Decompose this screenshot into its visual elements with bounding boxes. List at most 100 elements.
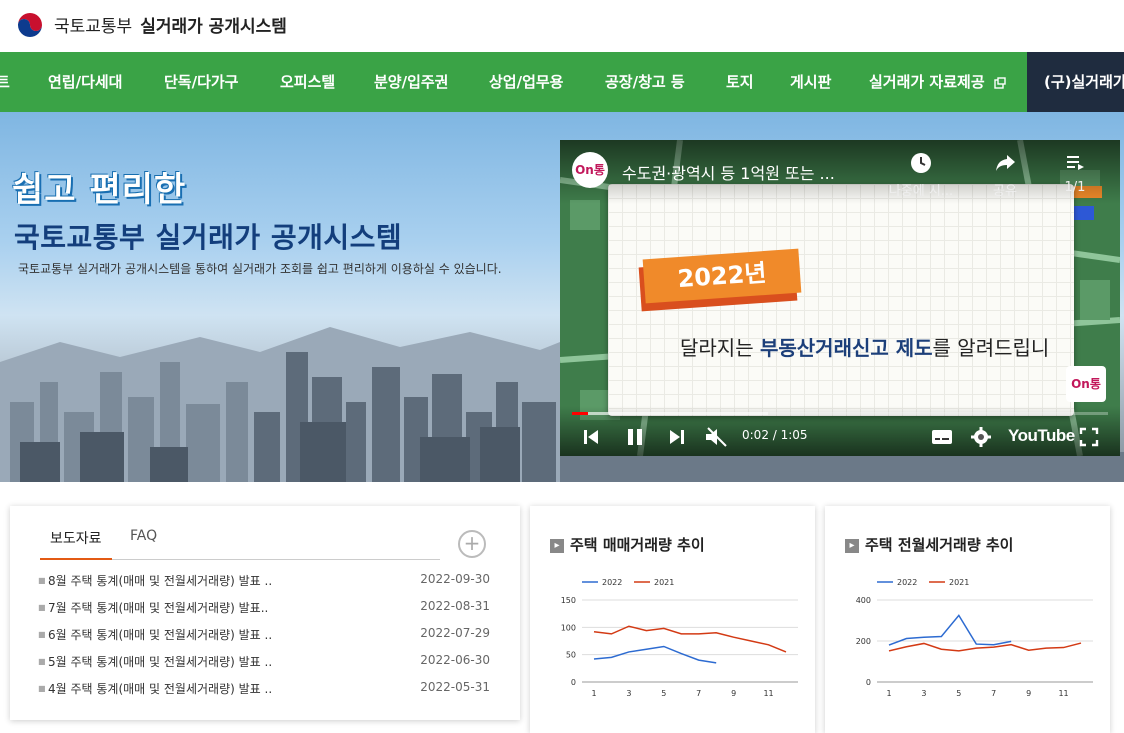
x-tick-label: 1 (886, 689, 891, 698)
nav-item-detached-house[interactable]: 단독/다가구 (164, 52, 238, 112)
video-controls: 0:02 / 1:05 YouTube (560, 406, 1120, 456)
next-icon[interactable] (668, 426, 686, 448)
news-title: 6월 주택 통계(매매 및 전월세거래량) 발표 .. (48, 628, 273, 642)
chart-title-rent-text: 주택 전월세거래량 추이 (865, 536, 1014, 554)
old-system-link[interactable]: (구)실거래가 (1027, 52, 1124, 112)
x-tick-label: 5 (661, 689, 666, 698)
youtube-logo[interactable]: YouTube (1008, 426, 1075, 446)
hero-description: 국토교통부 실거래가 공개시스템을 통하여 실거래가 조회를 쉽고 편리하게 이… (18, 262, 502, 276)
watch-later-button[interactable]: 나중에 시... (886, 152, 956, 199)
bullet-icon: ■ (38, 576, 46, 585)
chevron-right-icon: ▸ (845, 538, 859, 553)
chart-title-rent: ▸ 주택 전월세거래량 추이 (845, 534, 1013, 555)
playlist-icon (1067, 156, 1084, 170)
nav-item-data-download[interactable]: 실거래가 자료제공 (869, 52, 1006, 112)
news-date: 2022-08-31 (420, 599, 490, 613)
progress-bar[interactable] (572, 412, 1108, 415)
nav-item-board[interactable]: 게시판 (790, 52, 831, 112)
video-top-bar: On통 수도권·광역시 등 1억원 또는 ... 나중에 시... 공유 1/1 (560, 140, 1120, 204)
settings-gear-icon[interactable] (970, 426, 992, 448)
rent-volume-chart-panel: ▸ 주택 전월세거래량 추이 2022 2021 0 200 400 1 3 5 7 9 11 (825, 506, 1110, 733)
tab-faq[interactable]: FAQ (130, 528, 157, 554)
news-tabs: 보도자료 FAQ (40, 524, 440, 560)
y-tick-label: 200 (856, 637, 871, 646)
rent-volume-chart: 2022 2021 0 200 400 1 3 5 7 9 11 (856, 578, 1093, 698)
external-link-icon (994, 76, 1006, 89)
share-icon (996, 155, 1015, 171)
news-title: 4월 주택 통계(매매 및 전월세거래량) 발표 .. (48, 682, 273, 696)
x-tick-label: 9 (731, 689, 736, 698)
sales-volume-chart-panel: ▸ 주택 매매거래량 추이 2022 2021 0 50 100 150 1 3 5 7 9 11 (530, 506, 815, 733)
x-tick-label: 7 (991, 689, 996, 698)
nav-item-factory[interactable]: 공장/창고 등 (605, 52, 685, 112)
subtitles-icon[interactable] (930, 426, 954, 448)
hero-heading-easy: 쉽고 편리한 (12, 170, 187, 210)
chevron-right-icon: ▸ (550, 538, 564, 553)
channel-avatar[interactable]: On통 (572, 152, 608, 188)
y-tick-label: 0 (571, 678, 576, 687)
nav-item-presale[interactable]: 분양/입주권 (374, 52, 448, 112)
news-list-item[interactable]: ■ 4월 주택 통계(매매 및 전월세거래량) 발표 .. 2022-05-31 (38, 680, 498, 707)
news-title: 8월 주택 통계(매매 및 전월세거래량) 발표 .. (48, 574, 273, 588)
played-bar (572, 412, 589, 415)
muted-volume-icon[interactable] (704, 426, 730, 448)
y-tick-label: 50 (566, 651, 576, 660)
share-label: 공유 (993, 184, 1017, 199)
top-header: 국토교통부 실거래가 공개시스템 (0, 0, 1124, 52)
bullet-icon: ■ (38, 603, 46, 612)
bullet-icon: ■ (38, 630, 46, 639)
watch-later-label: 나중에 시... (888, 184, 954, 199)
news-list-item[interactable]: ■ 5월 주택 통계(매매 및 전월세거래량) 발표 .. 2022-06-30 (38, 653, 498, 680)
news-list-item[interactable]: ■ 6월 주택 통계(매매 및 전월세거래량) 발표 .. 2022-07-29 (38, 626, 498, 653)
legend-label-2021: 2021 (654, 578, 674, 587)
y-tick-label: 100 (561, 623, 576, 632)
nav-item-commercial[interactable]: 상업/업무용 (489, 52, 563, 112)
nav-item-officetel[interactable]: 오피스텔 (280, 52, 335, 112)
news-date: 2022-06-30 (420, 653, 490, 667)
news-list: ■ 8월 주택 통계(매매 및 전월세거래량) 발표 .. 2022-09-30 ■ 7… (38, 572, 498, 707)
x-tick-label: 11 (763, 689, 773, 698)
x-tick-label: 11 (1058, 689, 1068, 698)
nav-item-land[interactable]: 토지 (726, 52, 754, 112)
site-title[interactable]: 국토교통부 실거래가 공개시스템 (54, 12, 287, 37)
news-date: 2022-09-30 (420, 572, 490, 586)
news-list-item[interactable]: ■ 7월 주택 통계(매매 및 전월세거래량) 발표.. 2022-08-31 (38, 599, 498, 626)
bullet-icon: ■ (38, 657, 46, 666)
hero-banner: 쉽고 편리한 국토교통부 실거래가 공개시스템 국토교통부 실거래가 공개시스템… (0, 112, 1124, 482)
legend-label-2021: 2021 (949, 578, 969, 587)
nav-item-villa[interactable]: 연립/다세대 (48, 52, 122, 112)
series-line-2021 (593, 625, 787, 653)
taegeuk-emblem-icon[interactable] (14, 9, 46, 41)
playlist-count: 1/1 (1064, 180, 1086, 195)
video-title[interactable]: 수도권·광역시 등 1억원 또는 ... (622, 160, 835, 184)
pause-icon[interactable] (624, 426, 646, 448)
chart-title-sales: ▸ 주택 매매거래량 추이 (550, 534, 705, 555)
headline-post: 를 알려드립니 (932, 336, 1050, 360)
news-title: 5월 주택 통계(매매 및 전월세거래량) 발표 .. (48, 655, 273, 669)
playlist-button[interactable]: 1/1 (1040, 152, 1110, 195)
sales-volume-chart: 2022 2021 0 50 100 150 1 3 5 7 9 11 (561, 578, 798, 698)
chart-title-sales-text: 주택 매매거래량 추이 (570, 536, 705, 554)
ministry-name: 국토교통부 (54, 17, 133, 37)
y-tick-label: 150 (561, 596, 576, 605)
x-tick-label: 5 (956, 689, 961, 698)
previous-icon[interactable] (582, 426, 600, 448)
clock-icon (911, 153, 931, 173)
x-tick-label: 1 (591, 689, 596, 698)
more-button[interactable]: + (458, 530, 486, 558)
old-system-label: (구)실거래가 (1044, 73, 1124, 91)
youtube-video-player[interactable]: 2022년 달라지는 부동산거래신고 제도를 알려드립니 On통 수도권·광역시… (560, 140, 1120, 456)
x-tick-label: 7 (696, 689, 701, 698)
fullscreen-icon[interactable] (1078, 426, 1100, 448)
headline-bold: 부동산거래신고 제도 (759, 336, 933, 360)
legend-label-2022: 2022 (602, 578, 622, 587)
y-tick-label: 0 (866, 678, 871, 687)
nav-item-apartment[interactable]: 트 (0, 52, 10, 112)
tab-press-release[interactable]: 보도자료 (40, 528, 112, 560)
share-button[interactable]: 공유 (970, 152, 1040, 199)
x-tick-label: 3 (626, 689, 631, 698)
news-list-item[interactable]: ■ 8월 주택 통계(매매 및 전월세거래량) 발표 .. 2022-09-30 (38, 572, 498, 599)
main-navigation: 트 연립/다세대 단독/다가구 오피스텔 분양/입주권 상업/업무용 공장/창고… (0, 52, 1124, 112)
bullet-icon: ■ (38, 684, 46, 693)
channel-watermark: On통 (1066, 366, 1106, 402)
